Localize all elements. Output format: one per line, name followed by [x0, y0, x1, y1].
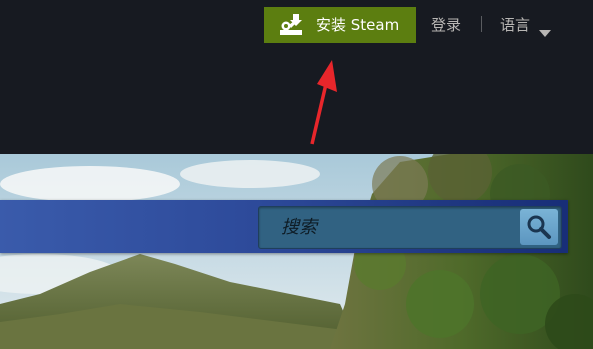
- annotation-arrow: [300, 58, 348, 148]
- steam-install-icon: [277, 12, 305, 38]
- caret-down-icon[interactable]: [539, 22, 551, 37]
- search-button[interactable]: [520, 209, 558, 245]
- language-menu[interactable]: 语言: [500, 13, 530, 37]
- top-bar: 安装 Steam 登录 语言: [0, 0, 593, 154]
- install-steam-button[interactable]: 安装 Steam: [264, 7, 416, 43]
- search-placeholder: 搜索: [281, 217, 317, 238]
- install-steam-label: 安装 Steam: [316, 16, 400, 34]
- search-input[interactable]: 搜索: [258, 206, 562, 249]
- login-link[interactable]: 登录: [431, 13, 461, 37]
- header-divider: [481, 16, 482, 32]
